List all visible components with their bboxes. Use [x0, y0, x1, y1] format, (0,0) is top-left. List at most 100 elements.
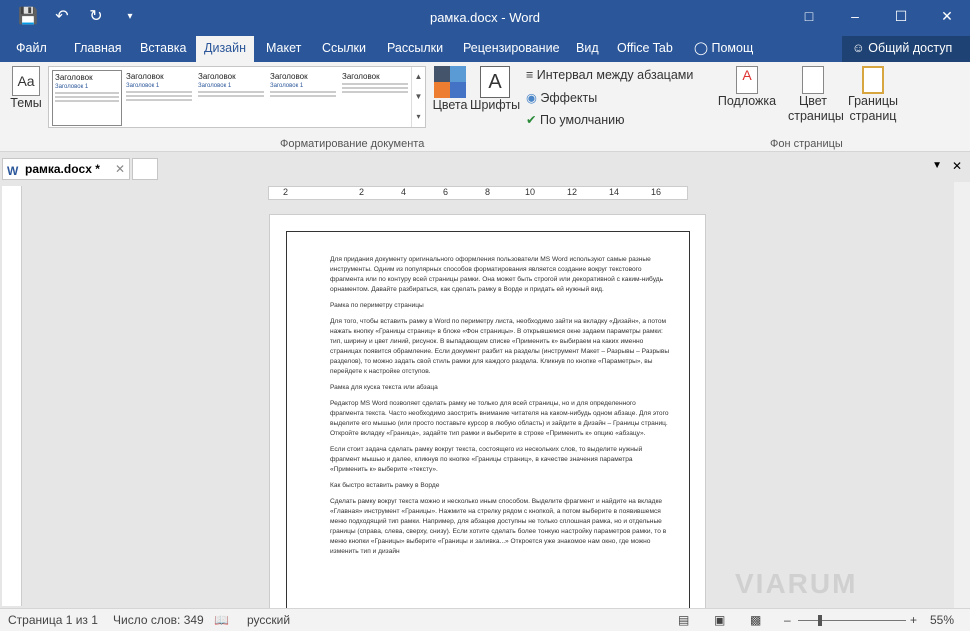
- tab-office-tab[interactable]: Office Tab: [609, 36, 681, 62]
- style-heading: Заголовок: [198, 72, 236, 81]
- zoom-level[interactable]: 55%: [930, 613, 954, 627]
- horizontal-ruler[interactable]: 2 2 4 6 8 10 12 14 16: [268, 186, 688, 200]
- document-tab-bar: W рамка.docx * ✕ ▼ ✕: [0, 156, 970, 182]
- tab-mailings[interactable]: Рассылки: [379, 36, 451, 62]
- site-watermark: VIARUM: [735, 568, 858, 599]
- page-color-button[interactable]: Цвет страницы: [788, 66, 844, 124]
- style-gallery[interactable]: Заголовок Заголовок 1 Заголовок Заголовок …: [48, 66, 426, 128]
- maximize-icon[interactable]: ☐: [878, 0, 924, 32]
- heading: Рамка по периметру страницы: [330, 302, 424, 309]
- close-icon[interactable]: ✕: [924, 0, 970, 32]
- colors-label: Цвета: [432, 98, 468, 112]
- tell-me[interactable]: ◯ Помощ: [686, 36, 761, 62]
- style-heading: Заголовок: [342, 72, 380, 81]
- document-body[interactable]: Для придания документу оригинального офо…: [330, 255, 670, 563]
- style-item[interactable]: Заголовок Заголовок 1: [52, 70, 122, 126]
- read-mode-icon[interactable]: ▤: [678, 613, 689, 627]
- web-layout-icon[interactable]: ▩: [750, 613, 761, 627]
- status-bar: Страница 1 из 1 Число слов: 349 📖 русски…: [0, 608, 970, 631]
- paragraph: Если стоит задача сделать рамку вокруг т…: [330, 446, 643, 473]
- print-layout-icon[interactable]: ▣: [714, 613, 725, 627]
- title-bar: 💾 ↶ ↻ ▾ рамка.docx - Word □ – ☐ ✕: [0, 0, 970, 36]
- paragraph: Редактор MS Word позволяет сделать рамку…: [330, 400, 669, 437]
- style-item[interactable]: Заголовок: [340, 70, 410, 126]
- new-tab-button[interactable]: [132, 158, 158, 180]
- ruler-tick: 10: [525, 187, 536, 197]
- style-heading: Заголовок: [270, 72, 308, 81]
- ruler-tick: 16: [651, 187, 662, 197]
- watermark-label: Подложка: [717, 94, 777, 108]
- close-doc-icon[interactable]: ✕: [952, 159, 962, 173]
- minimize-icon[interactable]: –: [832, 0, 878, 32]
- watermark-icon: A: [736, 66, 758, 94]
- zoom-thumb[interactable]: [818, 615, 822, 626]
- doc-tab[interactable]: W рамка.docx * ✕: [2, 158, 130, 180]
- ribbon-display-icon[interactable]: □: [786, 0, 832, 32]
- ruler-tick: 4: [401, 187, 407, 197]
- vertical-ruler[interactable]: [2, 186, 22, 606]
- spacing-icon: ≡: [526, 68, 534, 82]
- style-item[interactable]: Заголовок Заголовок 1: [196, 70, 266, 126]
- default-label: По умолчанию: [539, 113, 625, 127]
- style-heading1: Заголовок 1: [55, 84, 89, 90]
- style-item[interactable]: Заголовок Заголовок 1: [124, 70, 194, 126]
- page-count[interactable]: Страница 1 из 1: [8, 613, 98, 627]
- document-page[interactable]: Для придания документу оригинального офо…: [269, 214, 706, 611]
- zoom-in-icon[interactable]: +: [910, 613, 917, 627]
- fonts-button[interactable]: A Шрифты: [470, 66, 520, 112]
- page-borders-label: Границы страниц: [848, 94, 898, 123]
- effects-icon: ◉: [526, 91, 537, 105]
- tab-list-icon[interactable]: ▼: [932, 160, 942, 171]
- style-heading1: Заголовок 1: [270, 83, 304, 89]
- lightbulb-icon: ◯: [694, 41, 708, 55]
- heading: Как быстро вставить рамку в Ворде: [330, 482, 440, 489]
- tab-layout[interactable]: Макет: [258, 36, 309, 62]
- style-heading: Заголовок: [126, 72, 164, 81]
- themes-button[interactable]: Aa Темы: [8, 66, 44, 110]
- page-color-label: Цвет страницы: [788, 94, 844, 123]
- gallery-scroll[interactable]: ▲ ▼ ▾: [411, 67, 425, 127]
- ruler-tick: 8: [485, 187, 491, 197]
- default-button[interactable]: ✔ По умолчанию: [526, 112, 625, 127]
- style-heading: Заголовок: [55, 73, 93, 82]
- ruler-tick: 2: [359, 187, 365, 197]
- close-tab-icon[interactable]: ✕: [115, 159, 125, 179]
- themes-label: Темы: [10, 96, 42, 110]
- tab-file[interactable]: Файл: [8, 36, 55, 62]
- doc-tab-label: рамка.docx *: [25, 162, 100, 176]
- zoom-out-icon[interactable]: –: [784, 613, 791, 627]
- zoom-slider[interactable]: [798, 615, 906, 626]
- tab-references[interactable]: Ссылки: [314, 36, 374, 62]
- tell-me-label: Помощ: [711, 41, 754, 55]
- paragraph: Сделать рамку вокруг текста можно и неск…: [330, 498, 667, 555]
- group-format-label: Форматирование документа: [280, 138, 425, 150]
- proofing-icon[interactable]: 📖: [214, 613, 229, 627]
- spacing-button[interactable]: ≡ Интервал между абзацами: [526, 68, 693, 82]
- word-doc-icon: W: [7, 164, 19, 178]
- colors-button[interactable]: Цвета: [432, 66, 468, 112]
- themes-icon: Aa: [12, 66, 40, 96]
- style-heading1: Заголовок 1: [126, 83, 160, 89]
- page-borders-button[interactable]: Границы страниц: [845, 66, 901, 124]
- check-icon: ✔: [526, 113, 537, 127]
- style-heading1: Заголовок 1: [198, 83, 232, 89]
- language[interactable]: русский: [247, 613, 290, 627]
- share-button[interactable]: ☺ Общий доступ: [842, 36, 970, 62]
- ribbon: Aa Темы Заголовок Заголовок 1 Заголовок За…: [0, 62, 970, 152]
- tab-home[interactable]: Главная: [66, 36, 130, 62]
- spacing-label: Интервал между абзацами: [536, 68, 694, 82]
- word-count[interactable]: Число слов: 349: [113, 613, 204, 627]
- tab-view[interactable]: Вид: [568, 36, 607, 62]
- paragraph: Для того, чтобы вставить рамку в Word по…: [330, 318, 670, 375]
- user-icon: ☺: [852, 41, 865, 55]
- tab-review[interactable]: Рецензирование: [455, 36, 568, 62]
- tab-design[interactable]: Дизайн: [196, 36, 255, 62]
- watermark-button[interactable]: A Подложка: [716, 66, 778, 108]
- vertical-scrollbar[interactable]: [954, 182, 970, 608]
- ribbon-tabs: Файл Главная Вставка Дизайн Макет Ссылки…: [0, 36, 970, 62]
- tab-insert[interactable]: Вставка: [132, 36, 194, 62]
- style-item[interactable]: Заголовок Заголовок 1: [268, 70, 338, 126]
- effects-button[interactable]: ◉ Эффекты: [526, 90, 597, 105]
- ruler-tick: 6: [443, 187, 449, 197]
- page-borders-icon: [862, 66, 884, 94]
